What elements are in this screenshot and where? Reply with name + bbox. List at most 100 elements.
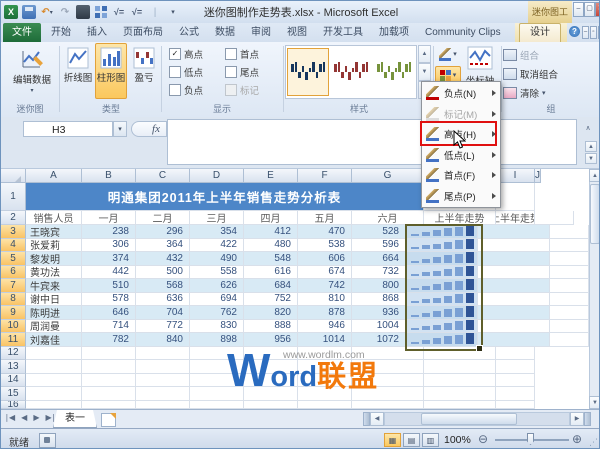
column-header-A[interactable]: A bbox=[26, 169, 82, 183]
first-sheet-icon[interactable]: ∣◀ bbox=[5, 413, 15, 422]
vertical-scroll-thumb[interactable] bbox=[590, 184, 600, 244]
checkbox-2[interactable]: 负点 bbox=[169, 83, 203, 97]
menu-item-4[interactable]: 首点(F) bbox=[422, 165, 500, 186]
cell[interactable] bbox=[136, 387, 190, 401]
cell[interactable] bbox=[550, 279, 589, 293]
cell[interactable] bbox=[424, 347, 496, 361]
value-cell[interactable]: 878 bbox=[298, 306, 352, 320]
checkbox-box-icon[interactable]: ✓ bbox=[169, 48, 181, 60]
value-cell[interactable]: 490 bbox=[190, 252, 244, 266]
cell[interactable] bbox=[244, 374, 298, 388]
header-cell-8[interactable]: 上半年走势 bbox=[496, 211, 535, 225]
cell[interactable] bbox=[478, 239, 550, 253]
name-cell[interactable]: 陈明进 bbox=[26, 306, 82, 320]
cell[interactable] bbox=[550, 333, 589, 347]
last-sheet-icon[interactable]: ▶∣ bbox=[45, 413, 55, 422]
cell[interactable] bbox=[478, 252, 550, 266]
value-cell[interactable]: 432 bbox=[136, 252, 190, 266]
type-line-button[interactable]: 折线图 bbox=[63, 44, 93, 84]
ungroup-button[interactable]: 取消组合 bbox=[503, 66, 558, 82]
value-cell[interactable]: 548 bbox=[244, 252, 298, 266]
cell[interactable] bbox=[478, 306, 550, 320]
name-cell[interactable]: 张爱莉 bbox=[26, 239, 82, 253]
cell[interactable] bbox=[190, 360, 244, 374]
header-cell-1[interactable]: 一月 bbox=[82, 211, 136, 225]
cell[interactable] bbox=[26, 360, 82, 374]
redo-icon[interactable]: ↷ bbox=[58, 5, 72, 19]
cell[interactable] bbox=[136, 374, 190, 388]
cell[interactable] bbox=[26, 347, 82, 361]
scroll-split-icon[interactable]: ▼ bbox=[585, 153, 597, 164]
select-all-corner[interactable] bbox=[1, 169, 26, 183]
sparkline-cell[interactable] bbox=[406, 306, 478, 320]
value-cell[interactable]: 810 bbox=[298, 293, 352, 307]
cell[interactable] bbox=[424, 360, 496, 374]
cell[interactable] bbox=[190, 387, 244, 401]
page-break-view-icon[interactable]: ▥ bbox=[422, 433, 439, 447]
cell[interactable] bbox=[424, 401, 496, 409]
name-cell[interactable]: 周润曼 bbox=[26, 320, 82, 334]
cell[interactable] bbox=[478, 266, 550, 280]
scroll-left-arrow-icon[interactable]: ◀ bbox=[370, 412, 384, 426]
zoom-in-icon[interactable]: ⊕ bbox=[572, 433, 582, 446]
cell[interactable] bbox=[352, 347, 424, 361]
row-header-9[interactable]: 9 bbox=[1, 306, 26, 320]
column-header-E[interactable]: E bbox=[244, 169, 298, 183]
ribbon-tab-4[interactable]: 数据 bbox=[207, 23, 243, 42]
ribbon-tab-5[interactable]: 审阅 bbox=[243, 23, 279, 42]
menu-item-5[interactable]: 尾点(P) bbox=[422, 186, 500, 207]
cell[interactable] bbox=[136, 347, 190, 361]
value-cell[interactable]: 830 bbox=[190, 320, 244, 334]
cell[interactable] bbox=[550, 266, 589, 280]
value-cell[interactable]: 664 bbox=[352, 252, 406, 266]
cell[interactable] bbox=[352, 374, 424, 388]
merged-title-cell[interactable]: 明通集团2011年上半年销售走势分析表 bbox=[26, 183, 424, 211]
gallery-scroll-up-icon[interactable]: ▲ bbox=[418, 45, 431, 63]
cell[interactable] bbox=[244, 360, 298, 374]
name-box[interactable]: H3 bbox=[23, 121, 113, 137]
workbook-minimize-button[interactable]: – bbox=[582, 26, 589, 39]
value-cell[interactable]: 684 bbox=[244, 279, 298, 293]
value-cell[interactable]: 616 bbox=[244, 266, 298, 280]
cell[interactable] bbox=[82, 347, 136, 361]
value-cell[interactable]: 704 bbox=[136, 306, 190, 320]
value-cell[interactable]: 646 bbox=[82, 306, 136, 320]
value-cell[interactable]: 442 bbox=[82, 266, 136, 280]
cell[interactable] bbox=[550, 320, 589, 334]
sparkline-cell[interactable] bbox=[406, 239, 478, 253]
value-cell[interactable]: 558 bbox=[190, 266, 244, 280]
horizontal-scrollbar[interactable]: ◀ ▶ bbox=[363, 412, 591, 426]
value-cell[interactable]: 732 bbox=[352, 266, 406, 280]
checkbox-1[interactable]: 低点 bbox=[169, 65, 203, 79]
cell[interactable] bbox=[535, 211, 574, 225]
cell[interactable] bbox=[298, 387, 352, 401]
resize-grip[interactable]: ⋰ bbox=[589, 437, 598, 448]
cell[interactable] bbox=[352, 401, 424, 409]
name-cell[interactable]: 黎发明 bbox=[26, 252, 82, 266]
cell[interactable] bbox=[424, 387, 496, 401]
value-cell[interactable]: 538 bbox=[298, 239, 352, 253]
cell[interactable] bbox=[478, 320, 550, 334]
window-split-handle[interactable] bbox=[584, 412, 591, 426]
excel-logo-icon[interactable]: X bbox=[4, 5, 18, 19]
ribbon-tab-9[interactable]: Community Clips bbox=[417, 23, 509, 42]
cell[interactable] bbox=[478, 225, 550, 239]
tab-split-handle[interactable] bbox=[363, 412, 370, 426]
formula-bar-collapse-icon[interactable]: ∧ bbox=[581, 123, 595, 135]
value-cell[interactable]: 238 bbox=[82, 225, 136, 239]
sparkline-cell[interactable] bbox=[406, 293, 478, 307]
value-cell[interactable]: 510 bbox=[82, 279, 136, 293]
name-box-dropdown-icon[interactable]: ▾ bbox=[113, 121, 127, 137]
cell[interactable] bbox=[26, 401, 82, 409]
header-cell-6[interactable]: 六月 bbox=[352, 211, 424, 225]
cell[interactable] bbox=[496, 360, 535, 374]
screenshot-icon[interactable] bbox=[76, 5, 90, 19]
restore-button[interactable]: ▢ bbox=[584, 2, 595, 17]
sheet-tab-active[interactable]: 表一 bbox=[53, 410, 97, 428]
minimize-button[interactable]: – bbox=[573, 2, 584, 17]
checkbox-box-icon[interactable] bbox=[225, 84, 237, 96]
horizontal-scroll-thumb[interactable] bbox=[421, 413, 517, 425]
value-cell[interactable]: 752 bbox=[244, 293, 298, 307]
insert-worksheet-icon[interactable] bbox=[101, 413, 116, 427]
scroll-up-icon[interactable]: ▲ bbox=[585, 141, 597, 152]
